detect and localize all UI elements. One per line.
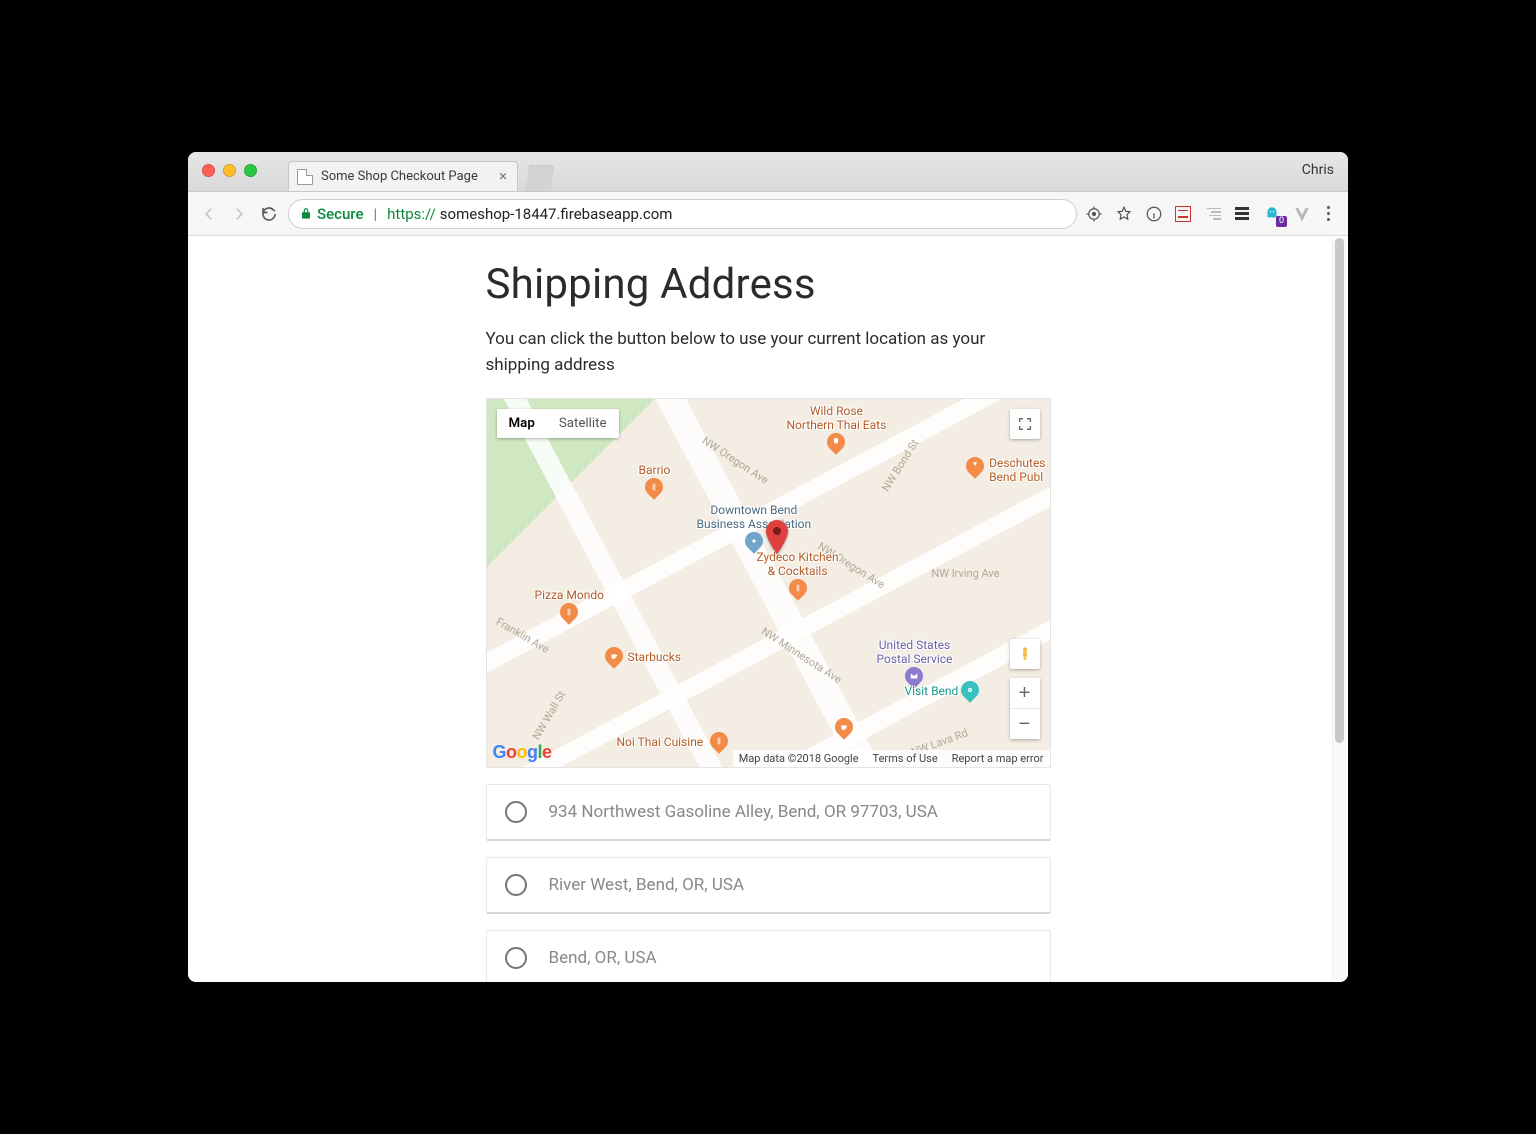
ghostery-badge: 0 — [1276, 216, 1287, 227]
poi-starbucks[interactable]: Starbucks — [605, 647, 682, 668]
map-zoom-in[interactable]: + — [1010, 678, 1040, 708]
browser-menu-button[interactable] — [1323, 206, 1334, 221]
poi-wild-rose[interactable]: Wild Rose Northern Thai Eats — [787, 405, 887, 454]
map-attribution: Map data ©2018 Google Terms of Use Repor… — [733, 750, 1050, 767]
poi-visit-bend[interactable]: Visit Bend — [905, 681, 980, 702]
poi-zydeco[interactable]: Zydeco Kitchen & Cocktails — [757, 551, 839, 600]
address-text: Bend, OR, USA — [549, 948, 657, 968]
ghostery-icon[interactable]: 0 — [1263, 205, 1281, 223]
maximize-window-button[interactable] — [244, 164, 257, 177]
radio-icon — [505, 801, 527, 823]
street-label: NW Oregon Ave — [699, 434, 770, 487]
radio-icon — [505, 874, 527, 896]
star-icon[interactable] — [1115, 205, 1133, 223]
browser-tab[interactable]: Some Shop Checkout Page × — [288, 161, 518, 191]
map-report-link[interactable]: Report a map error — [952, 752, 1044, 765]
reload-button[interactable] — [258, 203, 280, 225]
url-protocol: https:// — [387, 205, 436, 223]
map-data-label: Map data ©2018 Google — [739, 752, 859, 765]
browser-toolbar: Secure | https://someshop-18447.firebase… — [188, 192, 1348, 236]
notes-icon[interactable] — [1203, 205, 1221, 223]
profile-name[interactable]: Chris — [1302, 162, 1334, 178]
address-text: River West, Bend, OR, USA — [549, 875, 745, 895]
map-marker-icon[interactable] — [765, 520, 789, 544]
address-option[interactable]: River West, Bend, OR, USA — [486, 857, 1051, 914]
browser-titlebar: Some Shop Checkout Page × Chris — [188, 152, 1348, 192]
vue-devtools-icon[interactable] — [1293, 205, 1311, 223]
map-fullscreen-button[interactable] — [1010, 409, 1040, 439]
page-lead: You can click the button below to use yo… — [486, 327, 1051, 378]
page-icon — [297, 169, 313, 185]
tab-title: Some Shop Checkout Page — [321, 169, 478, 184]
minimize-window-button[interactable] — [223, 164, 236, 177]
url-host: someshop-18447.firebaseapp.com — [440, 205, 673, 223]
poi-noi-thai[interactable]: Noi Thai Cuisine — [617, 732, 729, 753]
close-tab-button[interactable]: × — [499, 169, 507, 184]
adblock-icon[interactable] — [1175, 206, 1191, 222]
address-option[interactable]: Bend, OR, USA — [486, 930, 1051, 982]
streetview-pegman[interactable] — [1010, 639, 1040, 669]
map-type-satellite[interactable]: Satellite — [547, 409, 619, 438]
google-logo: Google — [493, 742, 552, 763]
map-zoom-control: + − — [1010, 678, 1040, 739]
back-button[interactable] — [198, 203, 220, 225]
map-zoom-out[interactable]: − — [1010, 709, 1040, 739]
url-separator: | — [374, 205, 378, 223]
extension-icons: 0 — [1085, 205, 1338, 223]
address-list: 934 Northwest Gasoline Alley, Bend, OR 9… — [486, 784, 1051, 982]
poi-barrio[interactable]: Barrio — [639, 464, 671, 499]
new-tab-button[interactable] — [526, 165, 554, 191]
poi-deschutes[interactable]: Deschutes Bend Publ — [966, 457, 1045, 485]
radio-icon — [505, 947, 527, 969]
map[interactable]: Map Satellite + − NW Oregon Ave NW Minne… — [486, 398, 1051, 768]
map-terms-link[interactable]: Terms of Use — [873, 752, 938, 765]
secure-label: Secure — [317, 205, 364, 223]
browser-window: Some Shop Checkout Page × Chris Secure |… — [188, 152, 1348, 982]
buffer-icon[interactable] — [1233, 205, 1251, 223]
scrollbar[interactable] — [1332, 238, 1346, 980]
lock-icon — [299, 207, 313, 221]
address-option[interactable]: 934 Northwest Gasoline Alley, Bend, OR 9… — [486, 784, 1051, 841]
address-bar[interactable]: Secure | https://someshop-18447.firebase… — [288, 199, 1077, 229]
poi-cafe[interactable] — [835, 718, 853, 739]
page-content: Shipping Address You can click the butto… — [476, 260, 1061, 982]
map-type-control: Map Satellite — [497, 409, 619, 438]
street-label: NW Irving Ave — [931, 567, 999, 580]
page-title: Shipping Address — [486, 260, 1051, 309]
scrollbar-thumb[interactable] — [1335, 238, 1344, 743]
close-window-button[interactable] — [202, 164, 215, 177]
street-label: NW Minnesota Ave — [758, 625, 843, 686]
poi-downtown-assoc[interactable]: Downtown Bend Business Association — [697, 504, 812, 553]
info-icon[interactable] — [1145, 205, 1163, 223]
address-text: 934 Northwest Gasoline Alley, Bend, OR 9… — [549, 802, 938, 822]
poi-pizza-mondo[interactable]: Pizza Mondo — [535, 589, 604, 624]
map-type-map[interactable]: Map — [497, 409, 547, 438]
street-label: NW Wall St — [529, 689, 567, 742]
forward-button[interactable] — [228, 203, 250, 225]
location-target-icon[interactable] — [1085, 205, 1103, 223]
window-controls — [202, 164, 257, 177]
page-viewport: Shipping Address You can click the butto… — [188, 236, 1348, 982]
